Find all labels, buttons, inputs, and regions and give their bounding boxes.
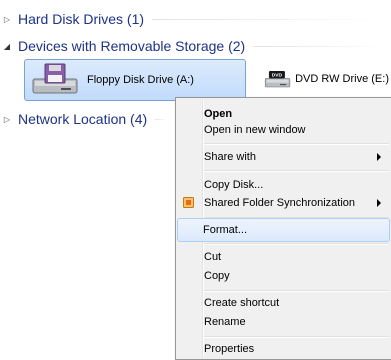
group-divider	[155, 118, 167, 120]
submenu-arrow-icon	[377, 153, 381, 161]
menu-item-shared-folder-sync[interactable]: Shared Folder Synchronization	[178, 192, 389, 214]
drive-floppy-a[interactable]: Floppy Disk Drive (A:)	[24, 59, 246, 101]
menu-separator	[204, 170, 389, 172]
menu-item-label: Format...	[203, 224, 248, 236]
drive-dvd-e[interactable]: DVD DVD RW Drive (E:)	[254, 59, 389, 99]
group-divider	[152, 18, 383, 20]
menu-item-share-with[interactable]: Share with	[178, 146, 389, 168]
menu-item-label: Rename	[204, 316, 246, 328]
menu-item-label: Create shortcut	[204, 297, 280, 309]
sync-icon	[183, 197, 194, 208]
dvd-drive-icon: DVD	[264, 70, 291, 88]
menu-item-label: Share with	[204, 151, 256, 163]
group-divider	[253, 45, 383, 47]
group-title: Network Location (4)	[18, 111, 148, 127]
menu-item-label: Open in new window	[204, 124, 306, 136]
menu-separator	[204, 243, 389, 245]
menu-item-open-new-window[interactable]: Open in new window	[178, 119, 389, 141]
dvd-badge: DVD	[272, 73, 283, 79]
drive-label: Floppy Disk Drive (A:)	[87, 74, 194, 86]
menu-item-label: Copy	[204, 270, 230, 282]
floppy-drive-icon	[32, 63, 78, 94]
group-header-removable-storage[interactable]: ◢ Devices with Removable Storage (2)	[0, 35, 391, 57]
menu-item-copy[interactable]: Copy	[178, 265, 389, 287]
menu-separator	[204, 143, 389, 145]
drive-label: DVD RW Drive (E:)	[295, 73, 389, 85]
expanded-arrow-icon[interactable]: ◢	[0, 42, 14, 51]
submenu-arrow-icon	[377, 199, 381, 207]
menu-item-properties[interactable]: Properties	[178, 338, 389, 360]
group-header-hard-disk-drives[interactable]: ▷ Hard Disk Drives (1)	[0, 8, 391, 30]
menu-item-label: Properties	[204, 343, 255, 355]
menu-item-label: Shared Folder Synchronization	[204, 197, 356, 209]
group-header-network-location[interactable]: ▷ Network Location (4)	[0, 108, 175, 130]
context-menu: Open Open in new window Share with Copy …	[175, 97, 391, 360]
menu-item-rename[interactable]: Rename	[178, 311, 389, 333]
menu-item-label: Cut	[204, 251, 222, 263]
group-title: Hard Disk Drives (1)	[18, 11, 145, 27]
menu-item-label: Copy Disk...	[204, 179, 264, 191]
collapsed-arrow-icon[interactable]: ▷	[0, 15, 14, 24]
collapsed-arrow-icon[interactable]: ▷	[0, 115, 14, 124]
group-title: Devices with Removable Storage (2)	[18, 38, 246, 54]
menu-item-format[interactable]: Format...	[177, 218, 390, 242]
